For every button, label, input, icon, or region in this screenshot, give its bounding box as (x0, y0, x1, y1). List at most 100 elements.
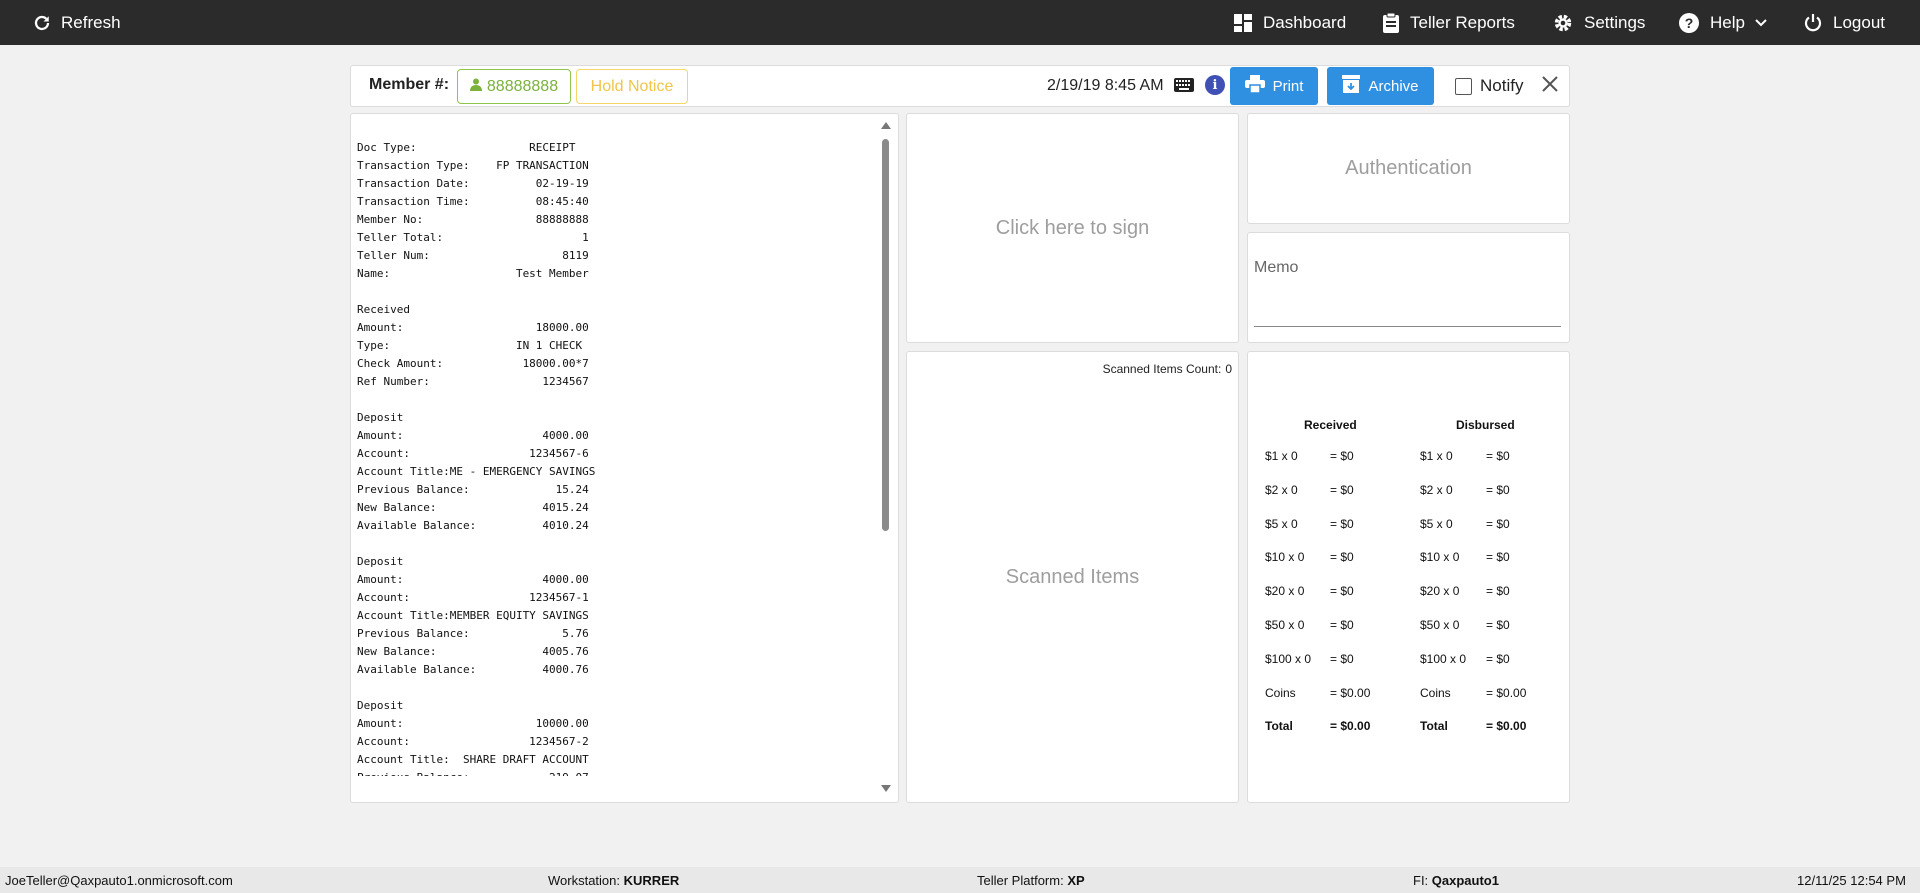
disbursed-total-amount: = $0.00 (1486, 719, 1527, 733)
receipt-text: Doc Type: RECEIPT Transaction Type: FP T… (357, 141, 596, 776)
received-denom-100: $100 x 0 (1265, 652, 1312, 666)
disbursed-coins-label: Coins (1420, 686, 1451, 700)
disbursed-denom-50: $50 x 0 (1420, 618, 1460, 632)
authentication-label: Authentication (1345, 157, 1472, 179)
status-bar: JoeTeller@Qaxpauto1.onmicrosoft.com Work… (0, 867, 1920, 893)
member-number: 88888888 (486, 77, 559, 95)
settings-link[interactable]: Settings (1552, 0, 1645, 45)
disbursed-denom-2: $2 x 0 (1420, 483, 1453, 497)
svg-text:?: ? (1685, 15, 1694, 31)
status-user: JoeTeller@Qaxpauto1.onmicrosoft.com (5, 873, 233, 888)
logout-label: Logout (1833, 12, 1885, 32)
received-amount-50: = $0 (1330, 618, 1354, 632)
disbursed-amount-50: = $0 (1486, 618, 1510, 632)
refresh-button[interactable]: Refresh (33, 0, 121, 45)
logout-link[interactable]: Logout (1803, 0, 1885, 45)
dashboard-link[interactable]: Dashboard (1233, 0, 1346, 45)
print-button[interactable]: Print (1230, 67, 1318, 105)
signature-pad[interactable]: Click here to sign (906, 113, 1239, 343)
received-amount-20: = $0 (1330, 584, 1354, 598)
user-icon (469, 78, 482, 96)
received-denom-5: $5 x 0 (1265, 517, 1298, 531)
received-denom-1: $1 x 0 (1265, 449, 1298, 463)
received-denom-20: $20 x 0 (1265, 584, 1305, 598)
transaction-datetime: 2/19/19 8:45 AM (1047, 77, 1164, 94)
platform-value: XP (1067, 873, 1085, 888)
gear-icon (1552, 12, 1574, 34)
signature-placeholder: Click here to sign (995, 216, 1150, 239)
workstation-value: KURRER (623, 873, 680, 888)
received-total-amount: = $0.00 (1330, 719, 1371, 733)
scanned-count-value: 0 (1225, 362, 1232, 376)
scroll-thumb[interactable] (882, 139, 889, 531)
refresh-label: Refresh (61, 12, 121, 32)
scanned-items-panel[interactable]: Scanned Items Scanned Items Count: 0 (906, 351, 1239, 803)
authentication-panel[interactable]: Authentication (1247, 113, 1570, 224)
disbursed-amount-20: = $0 (1486, 584, 1510, 598)
platform-label: Teller Platform: (977, 873, 1064, 888)
disbursed-total-label: Total (1420, 719, 1448, 733)
member-header: Member #: 88888888 Hold Notice 2/19/19 8… (350, 65, 1570, 107)
archive-icon (1342, 75, 1361, 97)
memo-label: Memo (1254, 259, 1299, 276)
status-platform: Teller Platform: XP (977, 873, 1085, 888)
notify-label: Notify (1480, 76, 1524, 95)
checkbox-icon (1455, 77, 1472, 95)
scanned-items-count: Scanned Items Count: 0 (1103, 362, 1232, 376)
hold-notice-label: Hold Notice (590, 77, 674, 95)
received-coins-label: Coins (1265, 686, 1296, 700)
received-denom-50: $50 x 0 (1265, 618, 1305, 632)
member-label: Member #: (369, 76, 450, 93)
received-coins-amount: = $0.00 (1330, 686, 1371, 700)
disbursed-denom-5: $5 x 0 (1420, 517, 1453, 531)
disbursed-amount-10: = $0 (1486, 550, 1510, 564)
fi-label: FI: (1413, 873, 1429, 888)
printer-icon (1244, 75, 1265, 97)
teller-reports-label: Teller Reports (1410, 12, 1515, 32)
hold-notice-button[interactable]: Hold Notice (576, 69, 688, 104)
received-header: Received (1304, 418, 1357, 432)
received-amount-1: = $0 (1330, 449, 1354, 463)
disbursed-amount-2: = $0 (1486, 483, 1510, 497)
member-number-chip[interactable]: 88888888 (457, 69, 571, 104)
scanned-items-placeholder: Scanned Items (1005, 565, 1140, 588)
received-amount-5: = $0 (1330, 517, 1354, 531)
disbursed-denom-100: $100 x 0 (1420, 652, 1467, 666)
scanned-count-label: Scanned Items Count: (1102, 362, 1222, 376)
help-label: Help (1710, 12, 1745, 32)
help-menu[interactable]: ? Help (1678, 0, 1767, 45)
disbursed-amount-100: = $0 (1486, 652, 1510, 666)
help-icon: ? (1678, 12, 1700, 34)
scroll-up-arrow-icon[interactable] (881, 122, 891, 129)
scroll-down-arrow-icon[interactable] (881, 785, 891, 792)
chevron-down-icon (1755, 18, 1767, 27)
keyboard-icon[interactable] (1174, 78, 1194, 97)
cash-summary-panel: Received Disbursed $1 x 0 = $0 $2 x 0 = … (1247, 351, 1570, 803)
clipboard-icon (1382, 12, 1400, 34)
disbursed-amount-1: = $0 (1486, 449, 1510, 463)
close-icon[interactable] (1541, 75, 1559, 98)
dashboard-icon (1233, 13, 1253, 33)
receipt-scrollbar[interactable] (880, 122, 892, 792)
memo-panel: Memo (1247, 232, 1570, 343)
memo-input[interactable] (1254, 326, 1561, 327)
received-total-label: Total (1265, 719, 1293, 733)
top-nav: Refresh Dashboard Teller Reports Setting… (0, 0, 1920, 45)
disbursed-amount-5: = $0 (1486, 517, 1510, 531)
print-label: Print (1272, 77, 1304, 95)
disbursed-denom-10: $10 x 0 (1420, 550, 1460, 564)
status-datetime: 12/11/25 12:54 PM (1797, 873, 1906, 888)
received-amount-10: = $0 (1330, 550, 1354, 564)
info-icon[interactable]: i (1205, 75, 1225, 95)
disbursed-header: Disbursed (1456, 418, 1515, 432)
disbursed-denom-20: $20 x 0 (1420, 584, 1460, 598)
disbursed-coins-amount: = $0.00 (1486, 686, 1527, 700)
teller-reports-link[interactable]: Teller Reports (1382, 0, 1515, 45)
fi-value: Qaxpauto1 (1431, 873, 1499, 888)
archive-button[interactable]: Archive (1327, 67, 1434, 105)
received-amount-100: = $0 (1330, 652, 1354, 666)
notify-checkbox[interactable]: Notify (1455, 76, 1523, 96)
receipt-panel: Doc Type: RECEIPT Transaction Type: FP T… (350, 113, 899, 803)
refresh-icon (33, 14, 51, 32)
status-workstation: Workstation: KURRER (548, 873, 679, 888)
